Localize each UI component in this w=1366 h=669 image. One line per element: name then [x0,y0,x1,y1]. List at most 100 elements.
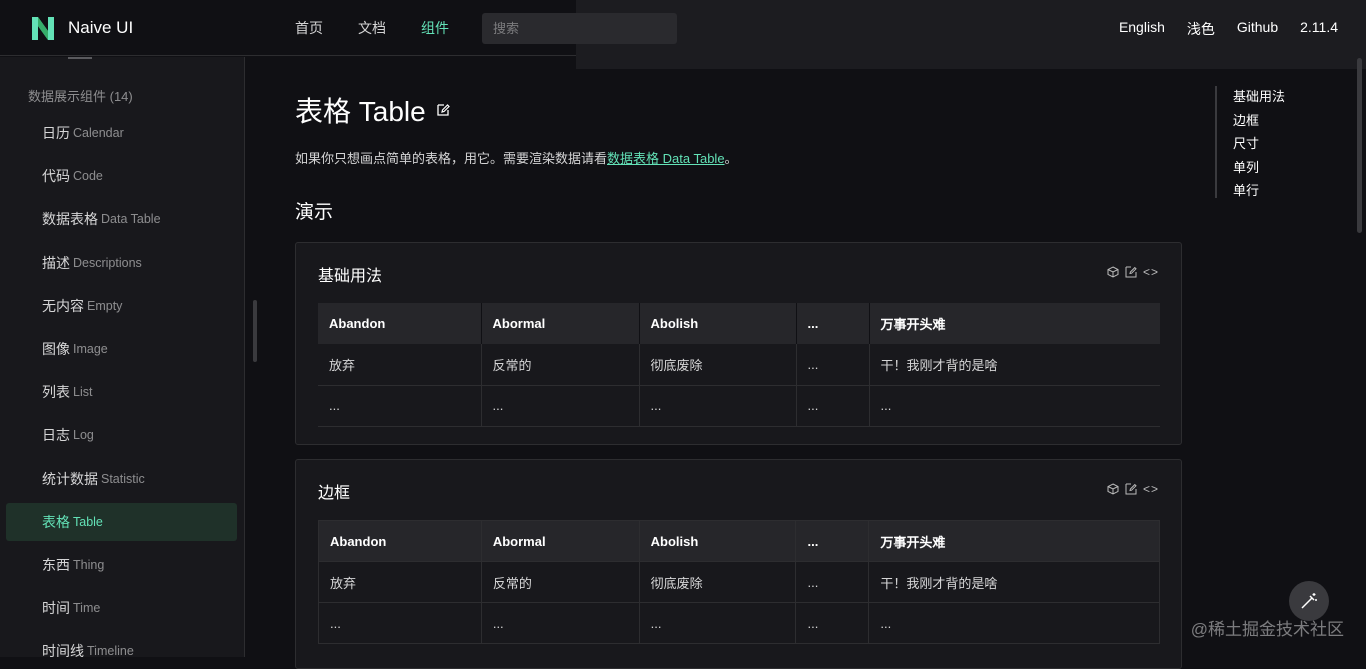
main-nav: 首页 文档 组件 [295,18,484,38]
sidebar-item-sublabel: Timeline [87,644,134,657]
demo-table: Abandon Abormal Abolish... 万事开头难 放弃 反常的 彻底废除..… [318,303,1160,427]
brand-name: Naive UI [68,18,134,37]
page-title-text: 表格 Table [295,96,426,127]
demo-card-tools: <> [1101,265,1159,279]
toc-item-size[interactable]: 尺寸 [1217,133,1285,157]
top-header: Naive UI 首页 文档 组件 English 浅色 Github 2.11… [0,0,1366,69]
sidebar-item-label: 列表 [42,384,70,401]
sidebar-item-label: 东西 [42,557,70,573]
demo-card-basic: 基础用法 <> Abandon Abormal Abolish... 万事开头难 放弃 反常的… [295,242,1182,445]
demo-table: Abandon Abormal Abolish... 万事开头难 放弃 反常的 彻底废除..… [318,520,1160,644]
sidebar-item-sublabel: Code [73,169,103,184]
demo-card-bordered: 边框 <> Abandon Abormal Abolish... 万事开头难 放弃 反常的 彻底… [295,459,1182,669]
table-cell: 彻底废除 [639,344,797,386]
table-cell: ... [869,385,1160,427]
sidebar-item-label: 时间 [42,600,70,617]
sidebar-item-thing[interactable]: 东西 Thing [6,546,237,584]
page-scrollbar[interactable] [1357,58,1362,233]
table-cell: 干！我刚才背的是啥 [869,344,1160,386]
toc-item-basic[interactable]: 基础用法 [1217,86,1285,110]
sidebar-item-label: 时间线 [42,643,84,657]
magic-wand-icon [1301,593,1317,609]
sidebar-group-title: 数据展示组件 (14) [28,89,133,104]
sidebar-item-sublabel: Thing [73,558,105,572]
table-header-cell: ... [795,520,870,562]
sidebar-scrollbar[interactable] [253,300,257,362]
nav-home[interactable]: 首页 [295,18,323,38]
sidebar-item-empty[interactable]: 无内容 Empty [6,287,237,325]
cube-icon[interactable] [1107,266,1119,278]
table-header-cell: ... [796,303,870,344]
table-of-contents: 基础用法 边框 尺寸 单列 单行 [1215,86,1285,198]
sidebar-item-sublabel: Descriptions [73,255,142,270]
intro-text: 如果你只想画点简单的表格，用它。需要渲染数据请看 [295,151,608,166]
page-intro: 如果你只想画点简单的表格，用它。需要渲染数据请看数据表格 Data Table。 [295,148,738,167]
edit-icon[interactable] [1125,483,1137,495]
sidebar-overflow-item [68,57,92,59]
table-cell: ... [868,602,1160,644]
data-table-link[interactable]: 数据表格 Data Table [607,151,725,166]
code-icon[interactable]: <> [1143,265,1159,279]
table-cell: 干！我刚才背的是啥 [868,561,1160,603]
sidebar-item-descriptions[interactable]: 描述 Descriptions [6,244,237,282]
sidebar-item-sublabel: Time [73,601,101,616]
sidebar-item-sublabel: Empty [87,298,123,313]
edit-icon[interactable] [1125,266,1137,278]
table-header-row: Abandon Abormal Abolish... 万事开头难 [318,520,1160,562]
sidebar-item-label: 代码 [42,168,70,185]
version-select[interactable]: 2.11.4 [1300,19,1338,39]
table-cell: ... [796,385,870,427]
nav-components[interactable]: 组件 [421,18,449,38]
sidebar-item-label: 统计数据 [42,470,98,487]
sidebar-item-sublabel: Image [73,342,108,356]
sidebar-item-sublabel: Table [73,514,103,529]
toc-item-single-column[interactable]: 单列 [1217,157,1285,181]
table-header-cell: 万事开头难 [869,303,1160,344]
cube-icon[interactable] [1107,483,1119,495]
watermark: @稀土掘金技术社区 [1190,620,1344,639]
sidebar-menu: 数据展示组件 (14) 日历 Calendar 代码 Code 数据表格 Data Tab… [0,57,245,657]
intro-suffix: 。 [724,151,738,166]
table-header-row: Abandon Abormal Abolish... 万事开头难 [318,303,1160,344]
demo-card-title: 基础用法 [318,268,383,285]
sidebar-item-calendar[interactable]: 日历 Calendar [6,114,237,152]
demo-card-title: 边框 [318,485,351,502]
sidebar-item-sublabel: Data Table [101,212,161,227]
sidebar-item-list[interactable]: 列表 List [6,373,237,411]
sidebar-item-label: 数据表格 [42,211,98,228]
toc-item-single-row[interactable]: 单行 [1217,180,1285,204]
table-cell: ... [318,602,482,644]
sidebar-item-log[interactable]: 日志 Log [6,416,237,454]
sidebar-item-statistic[interactable]: 统计数据 Statistic [6,460,237,498]
table-cell: ... [639,385,797,427]
sidebar-item-timeline[interactable]: 时间线 Timeline [6,632,237,657]
theme-switch[interactable]: 浅色 [1187,19,1215,39]
sidebar-item-code[interactable]: 代码 Code [6,157,237,195]
table-cell: ... [481,385,640,427]
table-cell: ... [639,602,797,644]
table-header-cell: Abolish [639,303,797,344]
header-right-nav: English 浅色 Github 2.11.4 [1097,19,1338,39]
toc-item-bordered[interactable]: 边框 [1217,110,1285,134]
sidebar-item-label: 日历 [42,125,70,141]
code-icon[interactable]: <> [1143,482,1159,496]
page-title: 表格 Table [295,90,450,130]
sidebar-item-image[interactable]: 图像 Image [6,330,237,368]
table-header-cell: 万事开头难 [868,520,1160,562]
table-cell: 放弃 [318,561,482,603]
nav-docs[interactable]: 文档 [358,18,386,38]
sidebar-item-time[interactable]: 时间 Time [6,589,237,627]
sidebar-item-data-table[interactable]: 数据表格 Data Table [6,200,237,238]
search-input[interactable] [482,13,677,44]
edit-icon[interactable] [436,103,450,117]
table-header-cell: Abolish [639,520,797,562]
sidebar-item-label: 日志 [42,427,70,444]
brand-logo[interactable]: Naive UI [30,14,133,42]
sidebar-item-label: 描述 [42,254,70,271]
sidebar-item-label: 图像 [42,341,70,357]
sidebar-item-table[interactable]: 表格 Table [6,502,237,541]
github-link[interactable]: Github [1237,19,1278,39]
sidebar-item-sublabel: Calendar [73,126,124,140]
table-cell: ... [481,602,640,644]
language-switch[interactable]: English [1119,19,1165,39]
